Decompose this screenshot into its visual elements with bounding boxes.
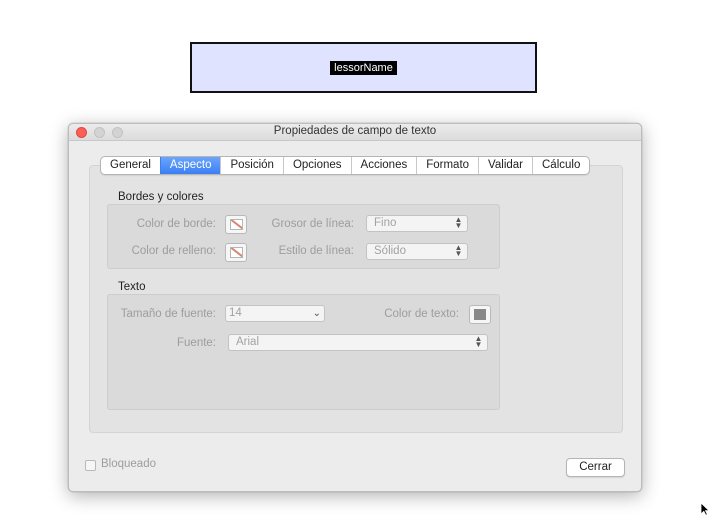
text-color-button[interactable]: [469, 305, 491, 324]
locked-checkbox[interactable]: [85, 460, 96, 471]
text-field-properties-dialog: Propiedades de campo de texto Bordes y c…: [68, 123, 642, 492]
no-color-swatch-icon: [230, 247, 243, 258]
tab-calculo[interactable]: Cálculo: [532, 157, 589, 174]
color-swatch-icon: [474, 309, 486, 320]
updown-arrows-icon: ▲ ▼: [474, 334, 483, 349]
text-form-field[interactable]: lessorName: [190, 42, 537, 93]
font-value: Arial: [236, 336, 260, 348]
chevron-down-icon: ⌄: [312, 308, 321, 319]
fill-color-label: Color de relleno:: [131, 245, 216, 257]
locked-label: Bloqueado: [101, 458, 156, 470]
text-section-title: Texto: [118, 281, 146, 293]
updown-arrows-icon: ▲ ▼: [454, 215, 463, 230]
form-field-name-label: lessorName: [330, 60, 397, 75]
line-width-value: Fino: [374, 217, 397, 229]
font-size-value: 14: [229, 307, 242, 319]
borders-section-title: Bordes y colores: [118, 191, 204, 203]
text-color-label: Color de texto:: [384, 308, 459, 320]
font-size-select[interactable]: 14 ⌄: [225, 305, 325, 322]
mouse-pointer-icon: [700, 502, 710, 516]
font-size-label: Tamaño de fuente:: [120, 308, 216, 320]
tab-bar: General Aspecto Posición Opciones Accion…: [100, 156, 591, 175]
tab-content-panel: Bordes y colores Color de borde: Color d…: [89, 165, 623, 433]
no-color-swatch-icon: [230, 219, 243, 230]
updown-arrows-icon: ▲ ▼: [454, 243, 463, 258]
font-label: Fuente:: [177, 337, 216, 349]
line-style-value: Sólido: [374, 245, 406, 257]
dialog-title: Propiedades de campo de texto: [273, 125, 437, 137]
tab-validar[interactable]: Validar: [478, 157, 532, 174]
line-style-label: Estilo de línea:: [278, 245, 354, 257]
font-select[interactable]: Arial ▲ ▼: [228, 334, 488, 351]
tab-aspecto[interactable]: Aspecto: [159, 157, 221, 174]
border-color-button[interactable]: [225, 215, 247, 234]
line-width-select[interactable]: Fino ▲ ▼: [366, 215, 468, 232]
tab-acciones[interactable]: Acciones: [350, 157, 417, 174]
text-group: Tamaño de fuente: 14 ⌄ Color de texto: F…: [107, 294, 500, 410]
dialog-titlebar[interactable]: Propiedades de campo de texto: [69, 124, 641, 141]
tab-formato[interactable]: Formato: [416, 157, 478, 174]
tab-opciones[interactable]: Opciones: [282, 157, 351, 174]
border-color-label: Color de borde:: [136, 218, 216, 230]
borders-group: Color de borde: Color de relleno: Grosor…: [107, 204, 500, 269]
line-width-label: Grosor de línea:: [271, 218, 354, 230]
fill-color-button[interactable]: [225, 243, 247, 262]
close-button[interactable]: Cerrar: [566, 458, 625, 477]
tab-general[interactable]: General: [101, 157, 160, 174]
tab-posicion[interactable]: Posición: [220, 157, 282, 174]
line-style-select[interactable]: Sólido ▲ ▼: [366, 243, 468, 260]
